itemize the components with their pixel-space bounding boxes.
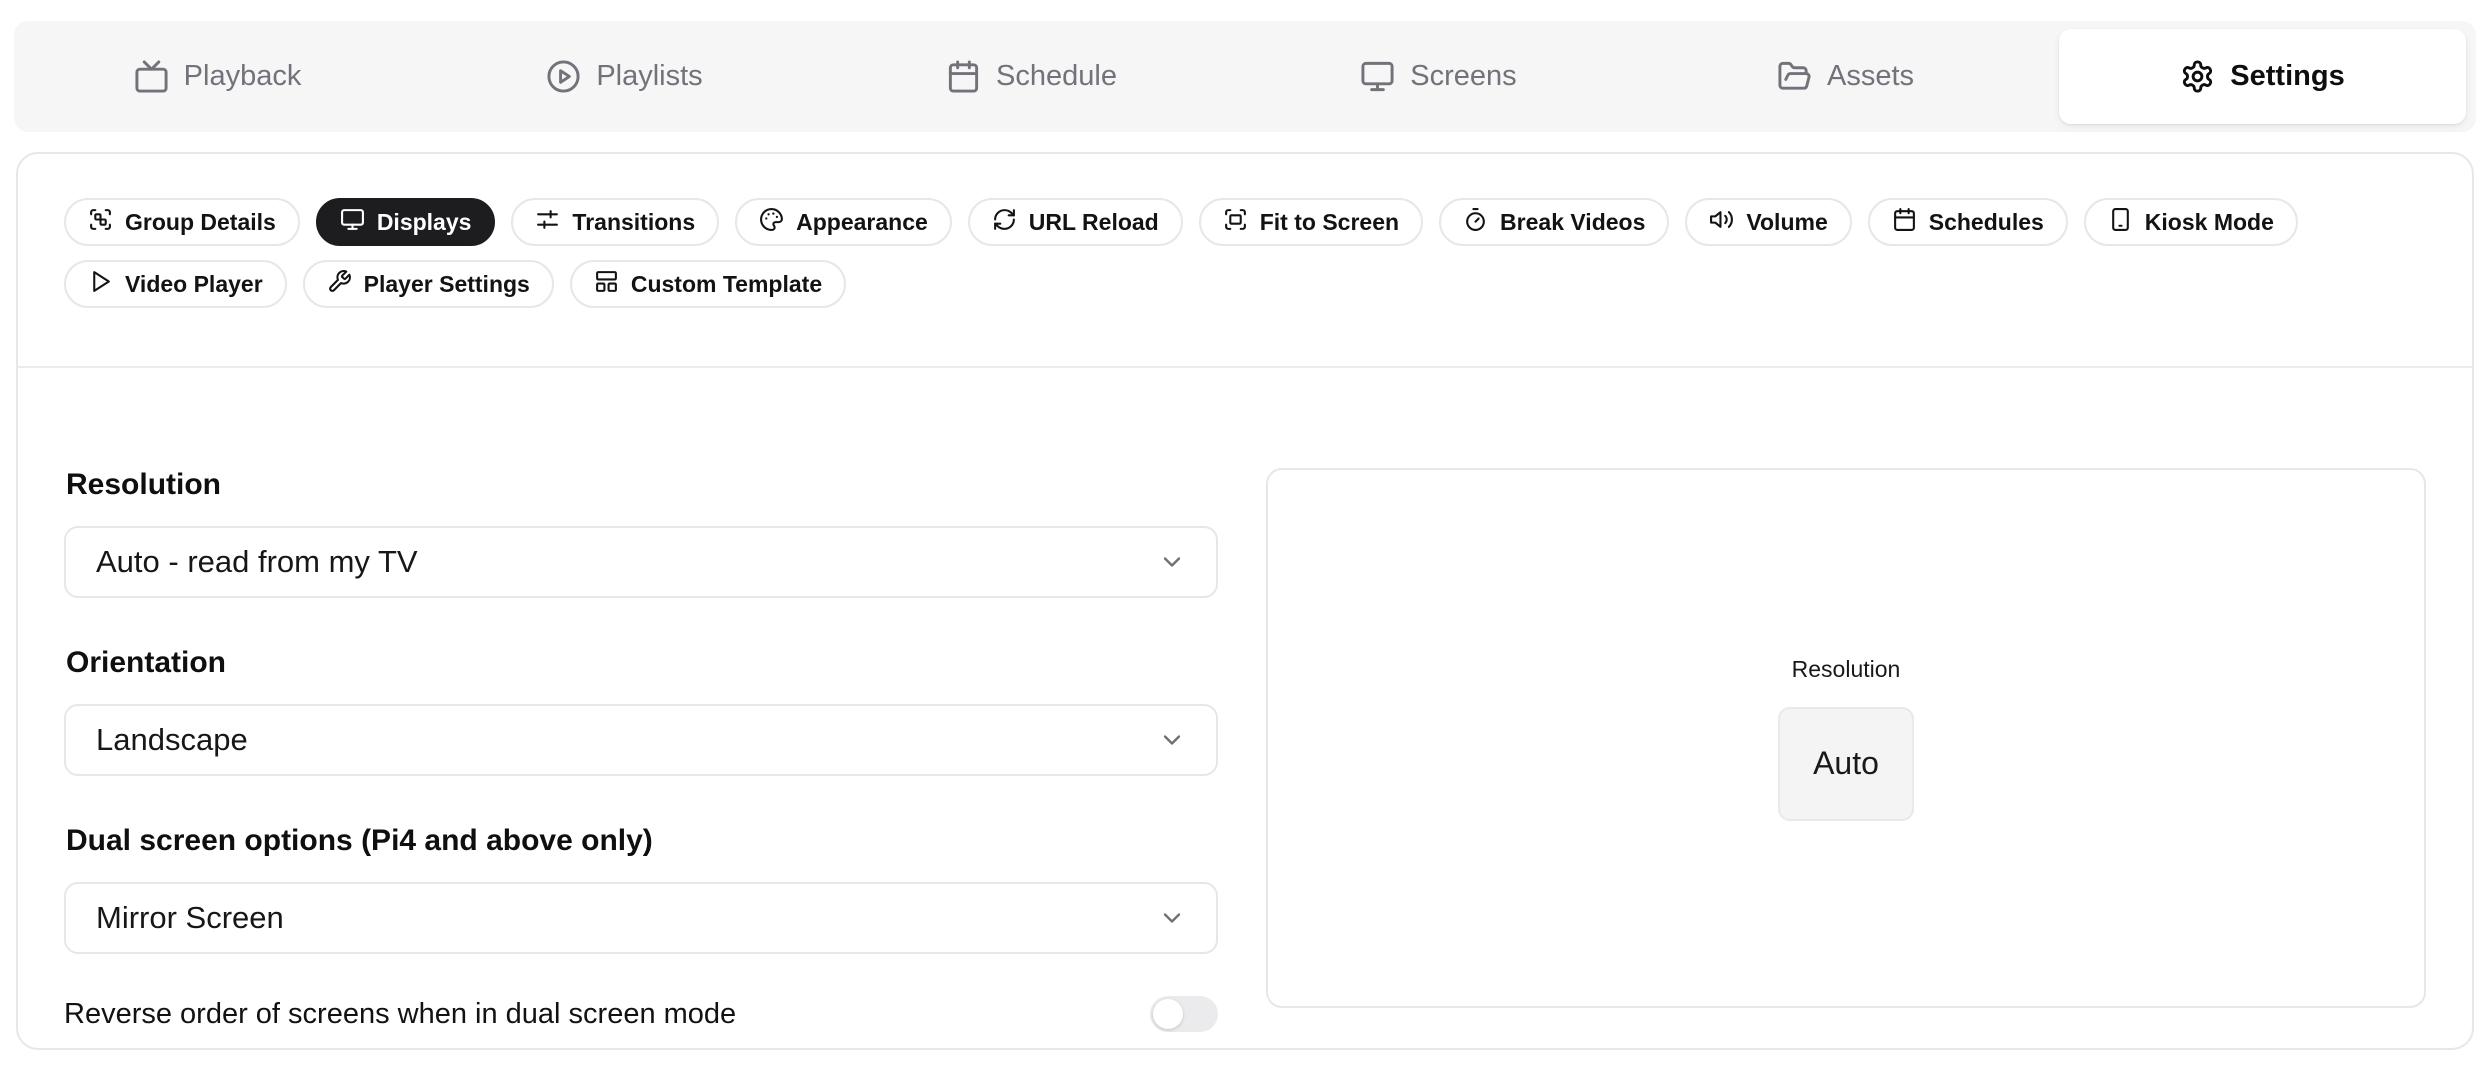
nav-item-label: Playback [184,60,302,93]
nav-item-label: Playlists [596,60,702,93]
nav-item-assets[interactable]: Assets [1642,21,2049,132]
dual-screen-select[interactable]: Mirror Screen [64,882,1218,954]
tab-kiosk-mode[interactable]: Kiosk Mode [2084,198,2298,246]
nav-item-playlists[interactable]: Playlists [421,21,828,132]
tab-custom-template[interactable]: Custom Template [570,260,846,308]
tab-label: Player Settings [364,271,530,298]
tab-label: Video Player [125,271,263,298]
refresh-icon [992,207,1017,238]
preview-resolution-value: Auto [1813,745,1879,782]
dual-screen-select-value: Mirror Screen [96,900,284,936]
resolution-select[interactable]: Auto - read from my TV [64,526,1218,598]
tab-label: Fit to Screen [1260,209,1399,236]
tab-group-details[interactable]: Group Details [64,198,300,246]
top-nav: Playback Playlists Schedule Screens Assets Se… [14,21,2476,132]
settings-card: Group Details Displays Transitions Appearan… [16,152,2474,1050]
reverse-order-label: Reverse order of screens when in dual sc… [64,998,736,1031]
play-icon [88,269,113,300]
resolution-select-value: Auto - read from my TV [96,544,418,580]
tab-url-reload[interactable]: URL Reload [968,198,1183,246]
sliders-icon [535,207,560,238]
orientation-select-value: Landscape [96,722,248,758]
tab-label: Appearance [796,209,928,236]
tab-volume[interactable]: Volume [1685,198,1851,246]
palette-icon [759,207,784,238]
tab-label: Volume [1746,209,1827,236]
tab-label: Transitions [572,209,695,236]
resolution-label: Resolution [66,468,1218,502]
tab-label: Custom Template [631,271,822,298]
nav-item-label: Assets [1827,60,1914,93]
folder-open-icon [1777,59,1812,94]
reverse-order-toggle[interactable] [1150,996,1218,1032]
resolution-preview-box: Auto [1778,707,1914,821]
tab-schedules[interactable]: Schedules [1868,198,2068,246]
reverse-order-row: Reverse order of screens when in dual sc… [64,996,1218,1032]
calendar-icon [1892,207,1917,238]
nav-item-schedule[interactable]: Schedule [828,21,1235,132]
chevron-down-icon [1158,726,1186,754]
orientation-select[interactable]: Landscape [64,704,1218,776]
nav-item-settings[interactable]: Settings [2059,29,2466,124]
dual-screen-label: Dual screen options (Pi4 and above only) [66,824,1218,858]
nav-item-screens[interactable]: Screens [1235,21,1642,132]
tab-label: Break Videos [1500,209,1645,236]
settings-tabs: Group Details Displays Transitions Appearan… [18,154,2472,368]
nav-item-label: Screens [1410,60,1516,93]
tab-player-settings[interactable]: Player Settings [303,260,554,308]
chevron-down-icon [1158,904,1186,932]
chevron-down-icon [1158,548,1186,576]
tab-break-videos[interactable]: Break Videos [1439,198,1669,246]
tv-icon [134,59,169,94]
tab-fit-to-screen[interactable]: Fit to Screen [1199,198,1423,246]
tab-label: Displays [377,209,472,236]
calendar-icon [946,59,981,94]
orientation-label: Orientation [66,646,1218,680]
tab-label: URL Reload [1029,209,1159,236]
group-icon [88,207,113,238]
monitor-icon [1360,59,1395,94]
tab-displays[interactable]: Displays [316,198,496,246]
tab-label: Kiosk Mode [2145,209,2274,236]
tab-transitions[interactable]: Transitions [511,198,719,246]
tablet-icon [2108,207,2133,238]
displays-form: Resolution Auto - read from my TV Orient… [64,468,1218,1032]
toggle-knob [1153,999,1183,1029]
tab-label: Group Details [125,209,276,236]
resolution-preview-panel: Resolution Auto [1266,468,2426,1008]
nav-item-label: Settings [2230,60,2344,93]
play-circle-icon [546,59,581,94]
preview-resolution-label: Resolution [1792,656,1901,683]
nav-item-label: Schedule [996,60,1117,93]
displays-settings-panel: Resolution Auto - read from my TV Orient… [18,368,2472,1032]
fit-screen-icon [1223,207,1248,238]
tab-video-player[interactable]: Video Player [64,260,287,308]
tab-label: Schedules [1929,209,2044,236]
monitor-icon [340,207,365,238]
gear-icon [2180,59,2215,94]
tab-appearance[interactable]: Appearance [735,198,952,246]
wrench-icon [327,269,352,300]
volume-icon [1709,207,1734,238]
timer-icon [1463,207,1488,238]
nav-item-playback[interactable]: Playback [14,21,421,132]
layout-template-icon [594,269,619,300]
